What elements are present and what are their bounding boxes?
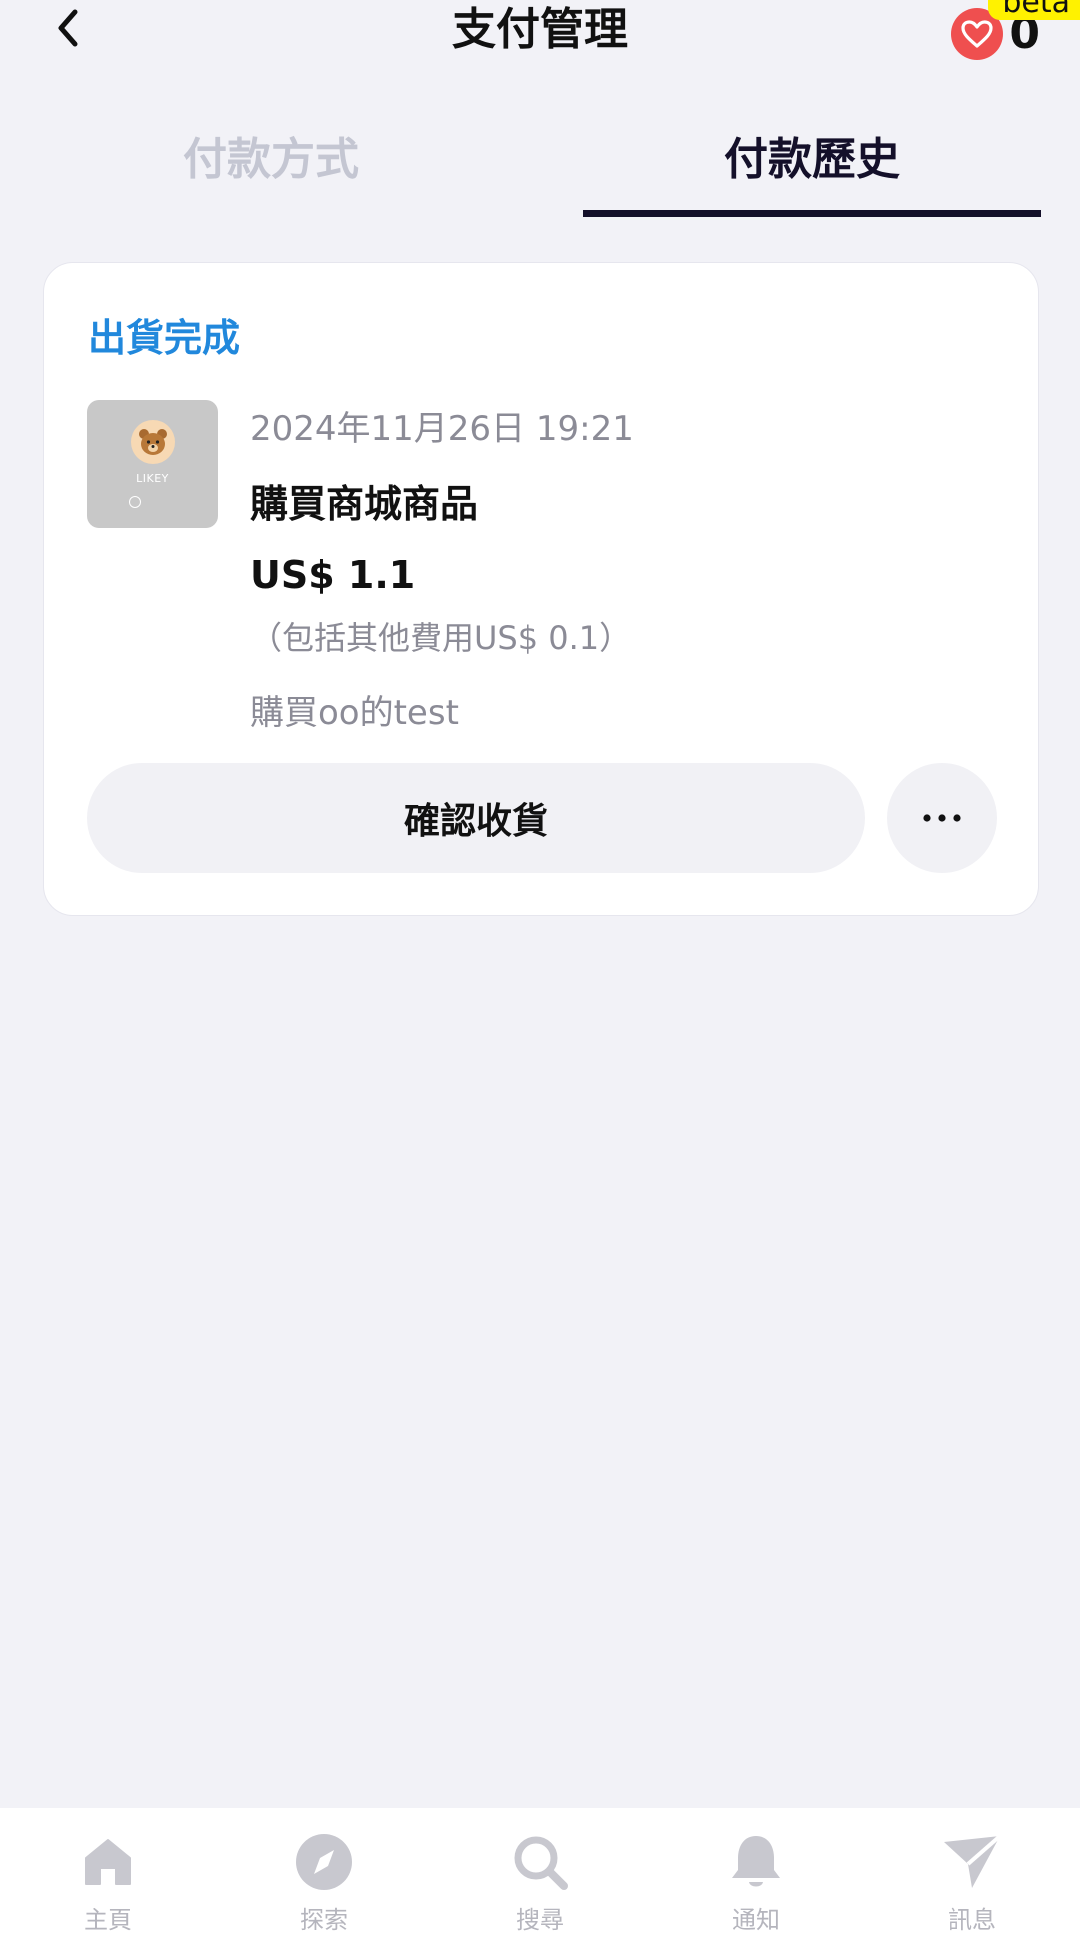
send-icon xyxy=(942,1832,1002,1892)
confirm-receipt-button[interactable]: 確認收貨 xyxy=(87,763,865,873)
thumbnail-mark-icon xyxy=(129,496,141,508)
nav-label-search: 搜尋 xyxy=(516,1906,564,1934)
fee-note: （包括其他費用US$ 0.1） xyxy=(250,619,632,657)
nav-label-notifications: 通知 xyxy=(732,1906,780,1934)
tab-payment-history[interactable]: 付款歷史 xyxy=(583,100,1041,210)
order-price: US$ 1.1 xyxy=(250,553,416,597)
more-options-button[interactable] xyxy=(887,763,997,873)
nav-label-messages: 訊息 xyxy=(948,1906,996,1934)
nav-item-search[interactable]: 搜尋 xyxy=(432,1808,648,1956)
nav-item-explore[interactable]: 探索 xyxy=(216,1808,432,1956)
order-title: 購買商城商品 xyxy=(250,482,479,526)
thumbnail-brand-text: LIKEY xyxy=(136,472,169,485)
bell-icon xyxy=(726,1832,786,1892)
home-icon xyxy=(78,1832,138,1892)
order-status: 出貨完成 xyxy=(88,316,241,360)
more-dots-icon xyxy=(923,814,961,822)
bottom-navigation: 主頁 探索 搜尋 通知 訊息 xyxy=(0,1808,1080,1956)
bear-logo-icon xyxy=(131,420,175,464)
search-icon xyxy=(510,1832,570,1892)
nav-label-explore: 探索 xyxy=(300,1906,348,1934)
nav-item-messages[interactable]: 訊息 xyxy=(864,1808,1080,1956)
tab-payment-methods[interactable]: 付款方式 xyxy=(42,100,500,210)
nav-label-home: 主頁 xyxy=(84,1906,132,1934)
beta-badge: beta xyxy=(988,0,1080,20)
product-thumbnail[interactable]: LIKEY xyxy=(87,400,218,528)
order-date: 2024年11月26日 19:21 xyxy=(250,409,634,449)
nav-item-notifications[interactable]: 通知 xyxy=(648,1808,864,1956)
order-memo: 購買oo的test xyxy=(250,693,459,733)
compass-icon xyxy=(294,1832,354,1892)
active-tab-indicator xyxy=(583,210,1041,217)
order-card: 出貨完成 LIKEY 2024年11月26日 19:21 購買商城商品 US$ … xyxy=(43,262,1039,916)
page-title: 支付管理 xyxy=(452,4,628,55)
nav-item-home[interactable]: 主頁 xyxy=(0,1808,216,1956)
app-header: 支付管理 0 beta xyxy=(0,0,1080,80)
payment-tabs: 付款方式 付款歷史 xyxy=(0,100,1080,220)
